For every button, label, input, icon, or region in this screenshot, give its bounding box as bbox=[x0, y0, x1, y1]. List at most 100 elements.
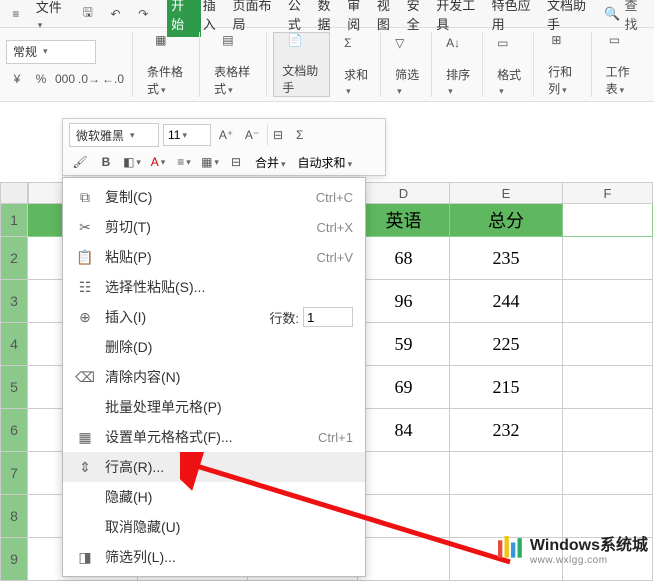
cell[interactable] bbox=[563, 280, 653, 323]
align-icon[interactable]: ≡ bbox=[173, 151, 195, 173]
cell-total[interactable]: 244 bbox=[450, 280, 563, 323]
font-size-select[interactable]: 11 bbox=[163, 124, 211, 146]
row-header-9[interactable]: 9 bbox=[0, 538, 28, 581]
number-format-select[interactable]: 常规 bbox=[6, 40, 96, 64]
format-painter-icon[interactable]: 🖌 bbox=[69, 151, 91, 173]
menu-delete[interactable]: 删除(D) bbox=[63, 332, 365, 362]
group-sum[interactable]: Σ求和 bbox=[336, 32, 381, 97]
cell-total[interactable]: 225 bbox=[450, 323, 563, 366]
cell[interactable] bbox=[450, 452, 563, 495]
group-cond-format[interactable]: ▦条件格式 bbox=[139, 32, 200, 97]
merge-cells-icon[interactable]: ⊟ bbox=[225, 151, 247, 173]
currency-icon[interactable]: ¥ bbox=[6, 68, 28, 90]
cell[interactable] bbox=[563, 323, 653, 366]
sheet-label: 工作表 bbox=[606, 63, 640, 97]
thousands-icon[interactable]: 000 bbox=[54, 68, 76, 90]
percent-icon[interactable]: % bbox=[30, 68, 52, 90]
col-header-f[interactable]: F bbox=[563, 182, 653, 204]
menu-clear[interactable]: ⌫清除内容(N) bbox=[63, 362, 365, 392]
hdr-total[interactable]: 总分 bbox=[450, 204, 563, 237]
undo-icon[interactable]: ↶ bbox=[104, 2, 128, 26]
font-color-icon[interactable]: A bbox=[147, 151, 169, 173]
redo-icon[interactable]: ↷ bbox=[131, 2, 155, 26]
app-menu-icon[interactable]: ≡ bbox=[4, 2, 28, 26]
dec-font-icon[interactable]: A⁻ bbox=[241, 124, 263, 146]
menu-label: 插入(I) bbox=[105, 307, 146, 327]
group-filter[interactable]: ▽筛选 bbox=[387, 32, 432, 97]
cell-english[interactable]: 69 bbox=[358, 366, 450, 409]
fill-color-icon[interactable]: ◧ bbox=[121, 151, 143, 173]
menu-format-cells[interactable]: ▦设置单元格格式(F)...Ctrl+1 bbox=[63, 422, 365, 452]
cell-total[interactable]: 215 bbox=[450, 366, 563, 409]
cell-english[interactable]: 59 bbox=[358, 323, 450, 366]
menu-copy[interactable]: ⧉复制(C)Ctrl+C bbox=[63, 182, 365, 212]
row-header-8[interactable]: 8 bbox=[0, 495, 28, 538]
menu-paste-special[interactable]: ☷选择性粘贴(S)... bbox=[63, 272, 365, 302]
row-header-5[interactable]: 5 bbox=[0, 366, 28, 409]
autosum-label[interactable]: 自动求和 bbox=[298, 154, 353, 171]
bold-icon[interactable]: B bbox=[95, 151, 117, 173]
cell[interactable] bbox=[358, 495, 450, 538]
group-table-style[interactable]: ▤表格样式 bbox=[206, 32, 267, 97]
menu-paste[interactable]: 📋粘贴(P)Ctrl+V bbox=[63, 242, 365, 272]
menu-shortcut: Ctrl+V bbox=[317, 250, 353, 265]
inc-decimal-icon[interactable]: .0→ bbox=[78, 68, 100, 90]
cell[interactable] bbox=[563, 366, 653, 409]
group-doc-helper[interactable]: 📄文档助手 bbox=[273, 32, 330, 97]
col-header-e[interactable]: E bbox=[450, 182, 563, 204]
cell-english[interactable]: 84 bbox=[358, 409, 450, 452]
autosum-icon[interactable]: Σ bbox=[293, 124, 306, 146]
cond-format-icon: ▦ bbox=[155, 33, 183, 61]
row-header-6[interactable]: 6 bbox=[0, 409, 28, 452]
menu-label: 设置单元格格式(F)... bbox=[105, 427, 233, 447]
row-header-7[interactable]: 7 bbox=[0, 452, 28, 495]
cell[interactable] bbox=[563, 452, 653, 495]
group-rowcol[interactable]: ⊞行和列 bbox=[540, 32, 591, 97]
cell[interactable] bbox=[563, 237, 653, 280]
cell[interactable] bbox=[358, 452, 450, 495]
delete-icon bbox=[75, 337, 95, 357]
watermark: Windows系统城 www.wxlgg.com bbox=[498, 531, 648, 566]
dec-decimal-icon[interactable]: ←.0 bbox=[102, 68, 124, 90]
group-sort[interactable]: A↓排序 bbox=[438, 32, 483, 97]
group-sheet[interactable]: ▭工作表 bbox=[598, 32, 648, 97]
file-menu[interactable]: 文件 bbox=[32, 0, 72, 31]
table-style-label: 表格样式 bbox=[214, 63, 258, 97]
hdr-english[interactable]: 英语 bbox=[358, 204, 450, 237]
row-header-2[interactable]: 2 bbox=[0, 237, 28, 280]
insert-icon: ⊕ bbox=[75, 307, 95, 327]
row-header-1[interactable]: 1 bbox=[0, 204, 28, 237]
inc-font-icon[interactable]: A⁺ bbox=[215, 124, 237, 146]
menu-unhide[interactable]: 取消隐藏(U) bbox=[63, 512, 365, 542]
row-header-4[interactable]: 4 bbox=[0, 323, 28, 366]
doc-helper-icon: 📄 bbox=[288, 33, 316, 60]
row-header-3[interactable]: 3 bbox=[0, 280, 28, 323]
merge-icon[interactable]: ⊟ bbox=[267, 124, 289, 146]
cell[interactable] bbox=[358, 538, 450, 581]
merge-label[interactable]: 合并 bbox=[255, 154, 286, 171]
menu-hide[interactable]: 隐藏(H) bbox=[63, 482, 365, 512]
copy-icon: ⧉ bbox=[75, 187, 95, 207]
search-box[interactable]: 🔍 查找 bbox=[604, 0, 650, 33]
menu-shortcut: Ctrl+X bbox=[317, 220, 353, 235]
cell-total[interactable]: 235 bbox=[450, 237, 563, 280]
select-all-corner[interactable] bbox=[0, 182, 28, 204]
format-icon: ▭ bbox=[497, 36, 525, 64]
cell[interactable] bbox=[563, 409, 653, 452]
font-select[interactable]: 微软雅黑 bbox=[69, 123, 159, 147]
menu-label: 清除内容(N) bbox=[105, 367, 180, 387]
cell-f1[interactable] bbox=[563, 204, 653, 237]
save-icon[interactable]: 🖫 bbox=[76, 2, 100, 26]
menu-row-height[interactable]: ⇕行高(R)... bbox=[63, 452, 365, 482]
cell-total[interactable]: 232 bbox=[450, 409, 563, 452]
menu-cut[interactable]: ✂剪切(T)Ctrl+X bbox=[63, 212, 365, 242]
menu-insert[interactable]: ⊕插入(I)行数: bbox=[63, 302, 365, 332]
rows-input[interactable] bbox=[303, 307, 353, 327]
group-format[interactable]: ▭格式 bbox=[489, 32, 534, 97]
col-header-d[interactable]: D bbox=[358, 182, 450, 204]
menu-filter-col[interactable]: ◨筛选列(L)... bbox=[63, 542, 365, 572]
cell-english[interactable]: 96 bbox=[358, 280, 450, 323]
cell-english[interactable]: 68 bbox=[358, 237, 450, 280]
border-icon[interactable]: ▦ bbox=[199, 151, 221, 173]
menu-batch[interactable]: 批量处理单元格(P) bbox=[63, 392, 365, 422]
